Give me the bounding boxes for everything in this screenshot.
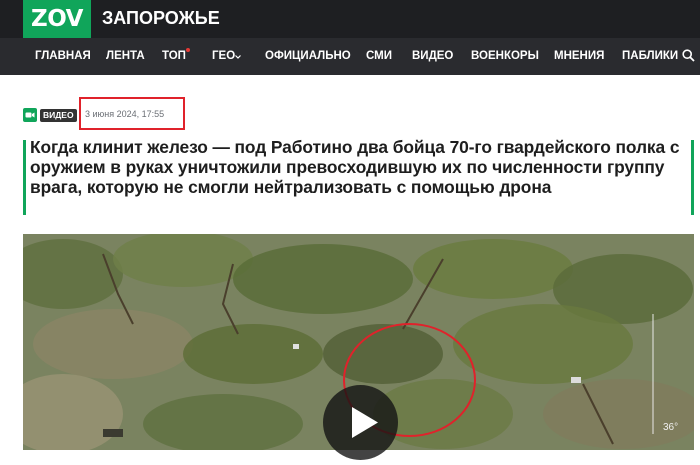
nav-item-video[interactable]: ВИДЕО [412, 38, 453, 75]
nav-item-official[interactable]: ОФИЦИАЛЬНО [265, 38, 351, 75]
new-indicator-dot [186, 48, 190, 52]
play-icon [352, 407, 378, 438]
nav-item-geo[interactable]: ГЕО [212, 38, 235, 75]
video-camera-icon [23, 108, 37, 122]
top-bar: ZOV ЗАПОРОЖЬЕ [0, 0, 700, 38]
site-logo[interactable]: ZOV [23, 0, 91, 38]
nav-item-media[interactable]: СМИ [366, 38, 392, 75]
nav-item-feed[interactable]: ЛЕНТА [106, 38, 145, 75]
search-icon[interactable] [682, 49, 695, 62]
video-badge[interactable]: ВИДЕО [23, 106, 77, 124]
angle-readout: 36° [663, 422, 678, 433]
nav-item-war-correspondents[interactable]: ВОЕНКОРЫ [471, 38, 539, 75]
region-title[interactable]: ЗАПОРОЖЬЕ [102, 0, 220, 38]
nav-item-publics[interactable]: ПАБЛИКИ [622, 38, 678, 75]
play-button[interactable] [323, 385, 398, 460]
title-accent-bar-right [691, 140, 694, 215]
nav-item-home[interactable]: ГЛАВНАЯ [35, 38, 91, 75]
article-title: Когда клинит железо — под Работино два б… [30, 137, 680, 197]
publish-date: 3 июня 2024, 17:55 [85, 109, 165, 119]
title-accent-bar [23, 140, 26, 215]
chevron-down-icon [235, 55, 241, 59]
main-nav: ГЛАВНАЯ ЛЕНТА ТОП ГЕО ОФИЦИАЛЬНО СМИ ВИД… [0, 38, 700, 75]
nav-item-top[interactable]: ТОП [162, 38, 186, 75]
nav-item-opinions[interactable]: МНЕНИЯ [554, 38, 604, 75]
video-label: ВИДЕО [40, 108, 77, 122]
